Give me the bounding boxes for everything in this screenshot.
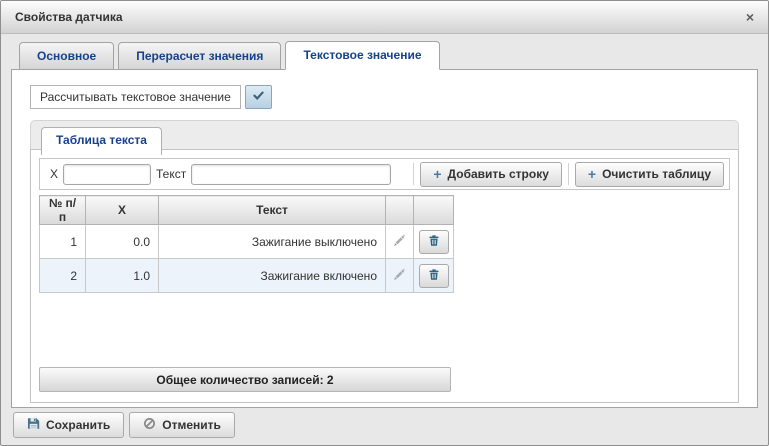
edit-pencil-icon[interactable] bbox=[393, 268, 406, 281]
tab-text-value[interactable]: Текстовое значение bbox=[285, 41, 439, 70]
main-tabstrip: Основное Перерасчет значения Текстовое з… bbox=[11, 41, 758, 69]
calc-text-value-row: Рассчитывать текстовое значение bbox=[30, 85, 739, 109]
cancel-circle-slash-icon bbox=[143, 417, 156, 433]
plus-icon: + bbox=[588, 167, 596, 181]
text-table-body-panel: X Текст + Добавить строку + Очистить таб… bbox=[30, 149, 739, 403]
dialog-titlebar: Свойства датчика × bbox=[1, 1, 768, 34]
tab-text-table[interactable]: Таблица текста bbox=[41, 127, 162, 155]
delete-row-button[interactable] bbox=[419, 264, 449, 288]
checkmark-icon bbox=[252, 89, 265, 105]
x-input[interactable] bbox=[63, 164, 151, 185]
row-x-cell: 0.0 bbox=[86, 225, 159, 259]
row-text-cell: Зажигание включено bbox=[159, 259, 386, 293]
close-icon[interactable]: × bbox=[746, 10, 754, 24]
table-row: 2 1.0 Зажигание включено bbox=[40, 259, 454, 293]
table-header-row: № п/п X Текст bbox=[40, 196, 454, 225]
row-num-cell: 2 bbox=[40, 259, 86, 293]
header-edit bbox=[386, 196, 414, 225]
save-button[interactable]: Сохранить bbox=[13, 412, 124, 438]
text-input[interactable] bbox=[191, 164, 391, 185]
header-delete bbox=[414, 196, 454, 225]
text-values-table: № п/п X Текст 1 0.0 Зажигание выключено bbox=[39, 195, 454, 293]
header-x: X bbox=[86, 196, 159, 225]
toolbar-separator bbox=[568, 163, 569, 185]
calc-text-value-label: Рассчитывать текстовое значение bbox=[30, 85, 241, 109]
delete-row-button[interactable] bbox=[419, 230, 449, 254]
toolbar-separator bbox=[413, 163, 414, 185]
add-row-button-label: Добавить строку bbox=[448, 167, 549, 181]
row-num-cell: 1 bbox=[40, 225, 86, 259]
plus-icon: + bbox=[433, 167, 441, 181]
main-tab-panel: Основное Перерасчет значения Текстовое з… bbox=[11, 41, 758, 408]
add-row-button[interactable]: + Добавить строку bbox=[420, 162, 562, 187]
cancel-button-label: Отменить bbox=[162, 418, 221, 432]
record-count-bar: Общее количество записей: 2 bbox=[39, 367, 451, 392]
trash-icon bbox=[428, 268, 440, 284]
table-row: 1 0.0 Зажигание выключено bbox=[40, 225, 454, 259]
save-button-label: Сохранить bbox=[46, 418, 110, 432]
text-table-toolbar: X Текст + Добавить строку + Очистить таб… bbox=[39, 158, 730, 190]
header-num: № п/п bbox=[40, 196, 86, 225]
record-count-label: Общее количество записей: 2 bbox=[156, 373, 333, 387]
calc-text-value-checkbox[interactable] bbox=[245, 85, 272, 109]
save-floppy-icon bbox=[27, 417, 40, 433]
clear-table-button[interactable]: + Очистить таблицу bbox=[575, 162, 724, 187]
text-field-label: Текст bbox=[151, 167, 191, 181]
tab-recalc-value[interactable]: Перерасчет значения bbox=[118, 42, 281, 70]
row-x-cell: 1.0 bbox=[86, 259, 159, 293]
dialog-action-bar: Сохранить Отменить bbox=[13, 412, 235, 438]
edit-pencil-icon[interactable] bbox=[393, 234, 406, 247]
trash-icon bbox=[428, 234, 440, 250]
sensor-properties-dialog: Свойства датчика × Основное Перерасчет з… bbox=[0, 0, 769, 446]
tab-general[interactable]: Основное bbox=[19, 42, 114, 70]
text-value-tab-content: Рассчитывать текстовое значение Таблица … bbox=[11, 69, 758, 408]
text-table-rows: 1 0.0 Зажигание выключено bbox=[40, 225, 454, 293]
row-text-cell: Зажигание выключено bbox=[159, 225, 386, 259]
cancel-button[interactable]: Отменить bbox=[129, 412, 235, 438]
text-table-panel: Таблица текста X Текст + Добавить строку bbox=[30, 120, 739, 403]
x-field-label: X bbox=[45, 167, 63, 181]
header-text: Текст bbox=[159, 196, 386, 225]
clear-table-button-label: Очистить таблицу bbox=[602, 167, 711, 181]
text-table-tabstrip: Таблица текста bbox=[30, 120, 739, 149]
dialog-title: Свойства датчика bbox=[15, 10, 123, 24]
